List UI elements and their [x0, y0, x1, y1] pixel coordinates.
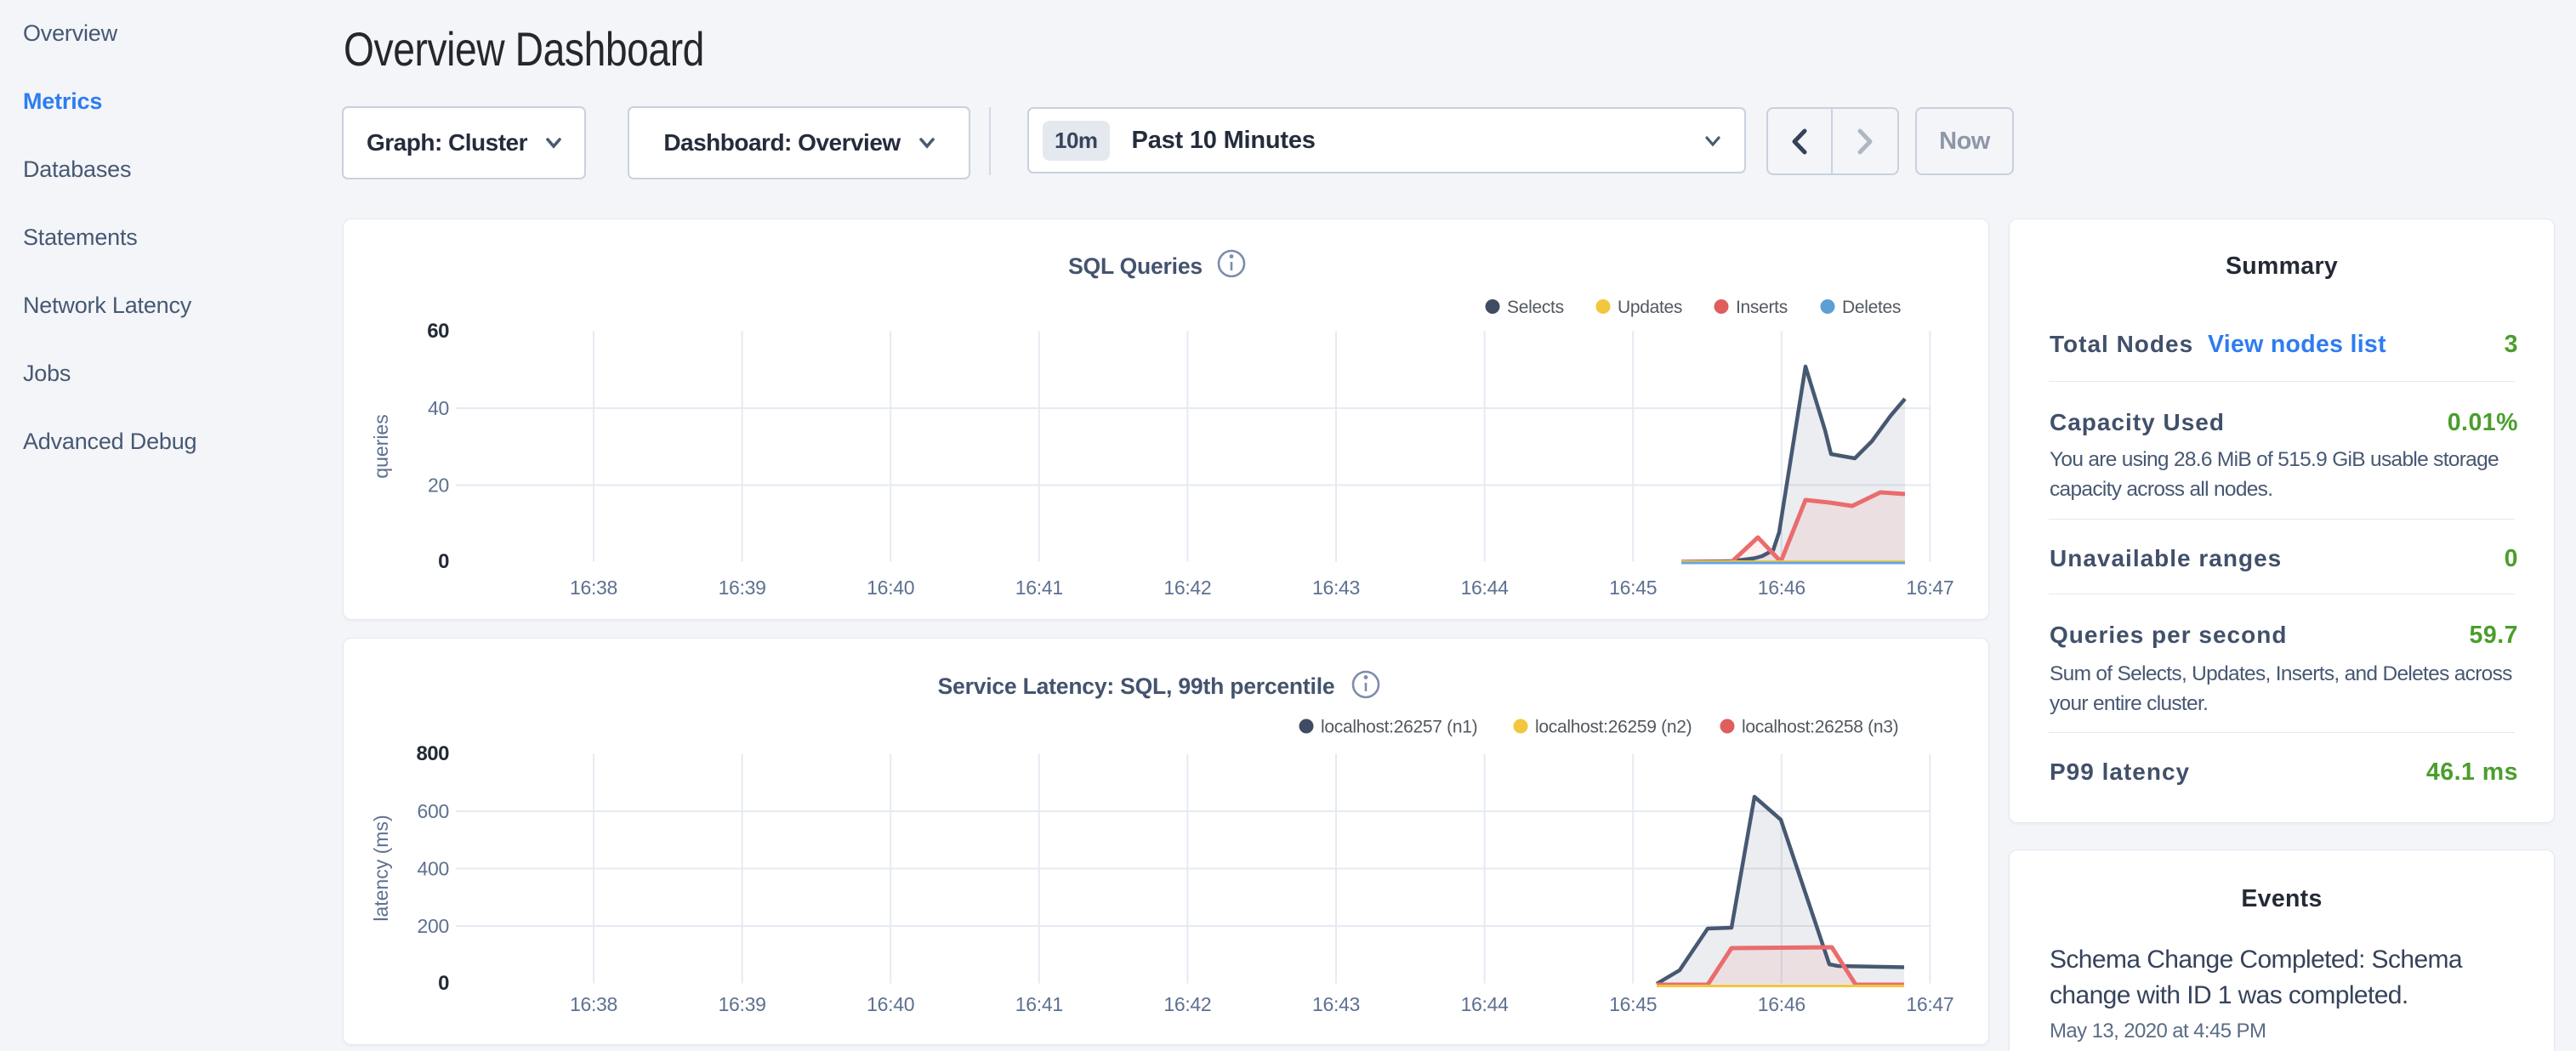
svg-text:16:47: 16:47 [1906, 577, 1953, 599]
svg-text:16:39: 16:39 [719, 577, 766, 599]
svg-text:16:46: 16:46 [1758, 577, 1805, 599]
svg-text:16:44: 16:44 [1461, 577, 1510, 599]
svg-text:localhost:26259 (n2): localhost:26259 (n2) [1535, 718, 1692, 737]
svg-text:40: 40 [428, 397, 449, 419]
svg-text:60: 60 [427, 320, 449, 343]
svg-text:800: 800 [416, 742, 449, 765]
svg-text:16:41: 16:41 [1015, 577, 1063, 599]
svg-text:0: 0 [438, 550, 449, 573]
svg-text:16:43: 16:43 [1312, 993, 1360, 1015]
svg-text:Deletes: Deletes [1842, 298, 1901, 317]
svg-text:16:38: 16:38 [570, 993, 617, 1015]
svg-text:16:40: 16:40 [867, 993, 914, 1015]
svg-text:16:38: 16:38 [570, 577, 617, 599]
svg-text:Updates: Updates [1618, 298, 1682, 317]
svg-text:16:46: 16:46 [1758, 993, 1805, 1015]
svg-text:Inserts: Inserts [1736, 298, 1788, 317]
svg-text:16:39: 16:39 [719, 993, 766, 1015]
svg-text:16:47: 16:47 [1906, 993, 1953, 1015]
svg-text:localhost:26258 (n3): localhost:26258 (n3) [1742, 718, 1898, 737]
svg-text:16:44: 16:44 [1461, 993, 1510, 1015]
svg-text:localhost:26257 (n1): localhost:26257 (n1) [1321, 718, 1477, 737]
svg-text:16:45: 16:45 [1609, 993, 1657, 1015]
svg-text:600: 600 [418, 800, 449, 822]
svg-text:16:43: 16:43 [1312, 577, 1360, 599]
svg-text:0: 0 [438, 972, 449, 995]
svg-text:queries: queries [370, 414, 392, 478]
svg-text:Selects: Selects [1507, 298, 1564, 317]
svg-text:16:41: 16:41 [1015, 993, 1063, 1015]
svg-text:20: 20 [428, 474, 449, 497]
svg-text:200: 200 [418, 915, 449, 937]
svg-text:SQL Queries: SQL Queries [1068, 253, 1203, 279]
svg-text:400: 400 [418, 858, 449, 880]
svg-text:16:40: 16:40 [867, 577, 914, 599]
svg-text:latency (ms): latency (ms) [370, 815, 392, 921]
svg-text:16:42: 16:42 [1163, 577, 1211, 599]
svg-text:16:45: 16:45 [1609, 577, 1657, 599]
svg-text:Service Latency: SQL, 99th per: Service Latency: SQL, 99th percentile [938, 673, 1335, 699]
svg-text:16:42: 16:42 [1163, 993, 1211, 1015]
